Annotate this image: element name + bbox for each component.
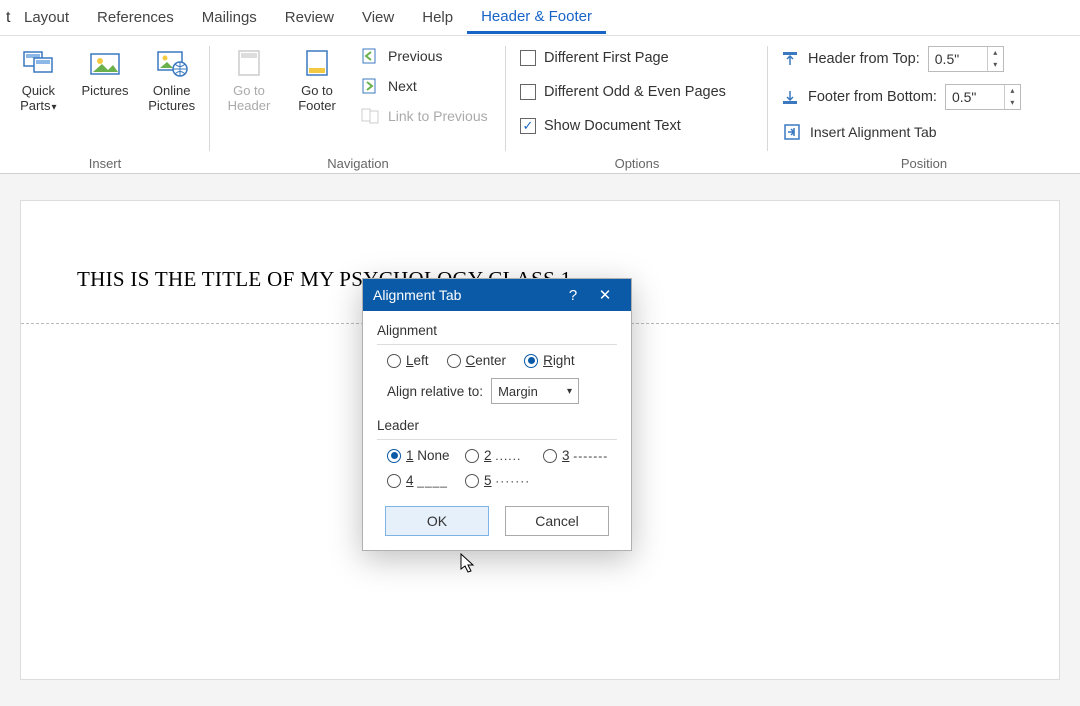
- pictures-button[interactable]: Pictures: [75, 42, 136, 103]
- different-odd-even-label: Different Odd & Even Pages: [544, 84, 726, 100]
- previous-button[interactable]: Previous: [354, 44, 494, 68]
- align-relative-label: Align relative to:: [387, 384, 483, 399]
- pictures-label: Pictures: [82, 84, 129, 99]
- go-to-footer-button[interactable]: Go to Footer: [286, 42, 348, 118]
- alignment-section-label: Alignment: [377, 323, 617, 338]
- previous-label: Previous: [388, 48, 442, 64]
- next-button[interactable]: Next: [354, 74, 494, 98]
- footer-value: 0.5": [946, 89, 1004, 105]
- show-document-text-checkbox[interactable]: ✓ Show Document Text: [514, 114, 732, 138]
- next-label: Next: [388, 78, 417, 94]
- align-relative-value: Margin: [498, 384, 538, 399]
- checkbox-checked-icon: ✓: [520, 118, 536, 134]
- radio-leader-3[interactable]: 3 -------: [543, 448, 617, 463]
- cancel-button[interactable]: Cancel: [505, 506, 609, 536]
- go-to-footer-label: Go to Footer: [288, 84, 346, 114]
- footer-bottom-icon: [780, 87, 800, 107]
- radio-leader-2[interactable]: 2 ......: [465, 448, 539, 463]
- leader-section-label: Leader: [377, 418, 617, 433]
- cursor-icon: [460, 553, 478, 580]
- spin-down-icon[interactable]: ▾: [1005, 97, 1020, 109]
- tab-mailings[interactable]: Mailings: [188, 3, 271, 32]
- next-icon: [360, 76, 380, 96]
- radio-center[interactable]: Center: [447, 353, 507, 368]
- tab-references[interactable]: References: [83, 3, 188, 32]
- ribbon: Quick Parts▾ Pictures Online Pictures In…: [0, 36, 1080, 174]
- checkbox-icon: [520, 84, 536, 100]
- dialog-titlebar[interactable]: Alignment Tab ? ✕: [363, 279, 631, 311]
- online-pictures-icon: [155, 46, 189, 80]
- pictures-icon: [88, 46, 122, 80]
- header-value: 0.5": [929, 51, 987, 67]
- alignment-tab-icon: [782, 122, 802, 142]
- quick-parts-icon: [21, 46, 55, 80]
- header-top-icon: [780, 49, 800, 69]
- ribbon-group-position: Header from Top: 0.5" ▴▾ Footer from Bot…: [768, 36, 1080, 173]
- radio-leader-5[interactable]: 5 ·······: [465, 473, 539, 488]
- insert-alignment-tab-label: Insert Alignment Tab: [810, 124, 937, 140]
- different-odd-even-checkbox[interactable]: Different Odd & Even Pages: [514, 80, 732, 104]
- header-from-top-label: Header from Top:: [808, 51, 920, 67]
- radio-leader-1[interactable]: 1 None: [387, 448, 461, 463]
- tab-layout[interactable]: Layout: [10, 3, 83, 32]
- header-from-top-row: Header from Top: 0.5" ▴▾: [776, 44, 1025, 74]
- tab-header-footer[interactable]: Header & Footer: [467, 2, 606, 34]
- quick-parts-button[interactable]: Quick Parts▾: [8, 42, 69, 118]
- go-to-header-button[interactable]: Go to Header: [218, 42, 280, 118]
- footer-from-bottom-label: Footer from Bottom:: [808, 89, 937, 105]
- different-first-label: Different First Page: [544, 50, 669, 66]
- different-first-page-checkbox[interactable]: Different First Page: [514, 46, 732, 70]
- spin-up-icon[interactable]: ▴: [988, 47, 1003, 59]
- ribbon-group-insert: Quick Parts▾ Pictures Online Pictures In…: [0, 36, 210, 173]
- ok-button[interactable]: OK: [385, 506, 489, 536]
- show-document-text-label: Show Document Text: [544, 118, 681, 134]
- footer-from-bottom-input[interactable]: 0.5" ▴▾: [945, 84, 1021, 110]
- tab-help[interactable]: Help: [408, 3, 467, 32]
- group-label-position: Position: [776, 156, 1072, 171]
- quick-parts-label: Quick Parts: [20, 83, 55, 113]
- align-relative-select[interactable]: Margin ▾: [491, 378, 579, 404]
- dialog-body: Alignment LLefteft Center Right Align re…: [363, 311, 631, 550]
- dialog-help-button[interactable]: ?: [557, 287, 589, 304]
- radio-left[interactable]: LLefteft: [387, 353, 429, 368]
- alignment-tab-dialog: Alignment Tab ? ✕ Alignment LLefteft Cen…: [362, 278, 632, 551]
- dialog-close-button[interactable]: ✕: [589, 286, 621, 304]
- ribbon-group-navigation: Go to Header Go to Footer Previous Next: [210, 36, 506, 173]
- checkbox-icon: [520, 50, 536, 66]
- online-pictures-button[interactable]: Online Pictures: [141, 42, 202, 118]
- online-pictures-label: Online Pictures: [143, 84, 200, 114]
- radio-leader-4[interactable]: 4 ____: [387, 473, 461, 488]
- previous-icon: [360, 46, 380, 66]
- spin-down-icon[interactable]: ▾: [988, 59, 1003, 71]
- footer-from-bottom-row: Footer from Bottom: 0.5" ▴▾: [776, 82, 1025, 112]
- go-to-header-icon: [232, 46, 266, 80]
- group-label-navigation: Navigation: [218, 156, 498, 171]
- group-label-insert: Insert: [8, 156, 202, 171]
- dialog-title: Alignment Tab: [373, 287, 557, 303]
- link-to-previous-button[interactable]: Link to Previous: [354, 104, 494, 128]
- header-from-top-input[interactable]: 0.5" ▴▾: [928, 46, 1004, 72]
- menu-tabs: t Layout References Mailings Review View…: [0, 0, 1080, 36]
- tab-review[interactable]: Review: [271, 3, 348, 32]
- link-to-previous-icon: [360, 106, 380, 126]
- link-to-previous-label: Link to Previous: [388, 108, 488, 124]
- tab-view[interactable]: View: [348, 3, 408, 32]
- go-to-header-label: Go to Header: [220, 84, 278, 114]
- radio-right[interactable]: Right: [524, 353, 575, 368]
- group-label-options: Options: [514, 156, 760, 171]
- chevron-down-icon: ▾: [567, 386, 572, 397]
- insert-alignment-tab-button[interactable]: Insert Alignment Tab: [776, 120, 1025, 144]
- go-to-footer-icon: [300, 46, 334, 80]
- ribbon-group-options: Different First Page Different Odd & Eve…: [506, 36, 768, 173]
- spin-up-icon[interactable]: ▴: [1005, 85, 1020, 97]
